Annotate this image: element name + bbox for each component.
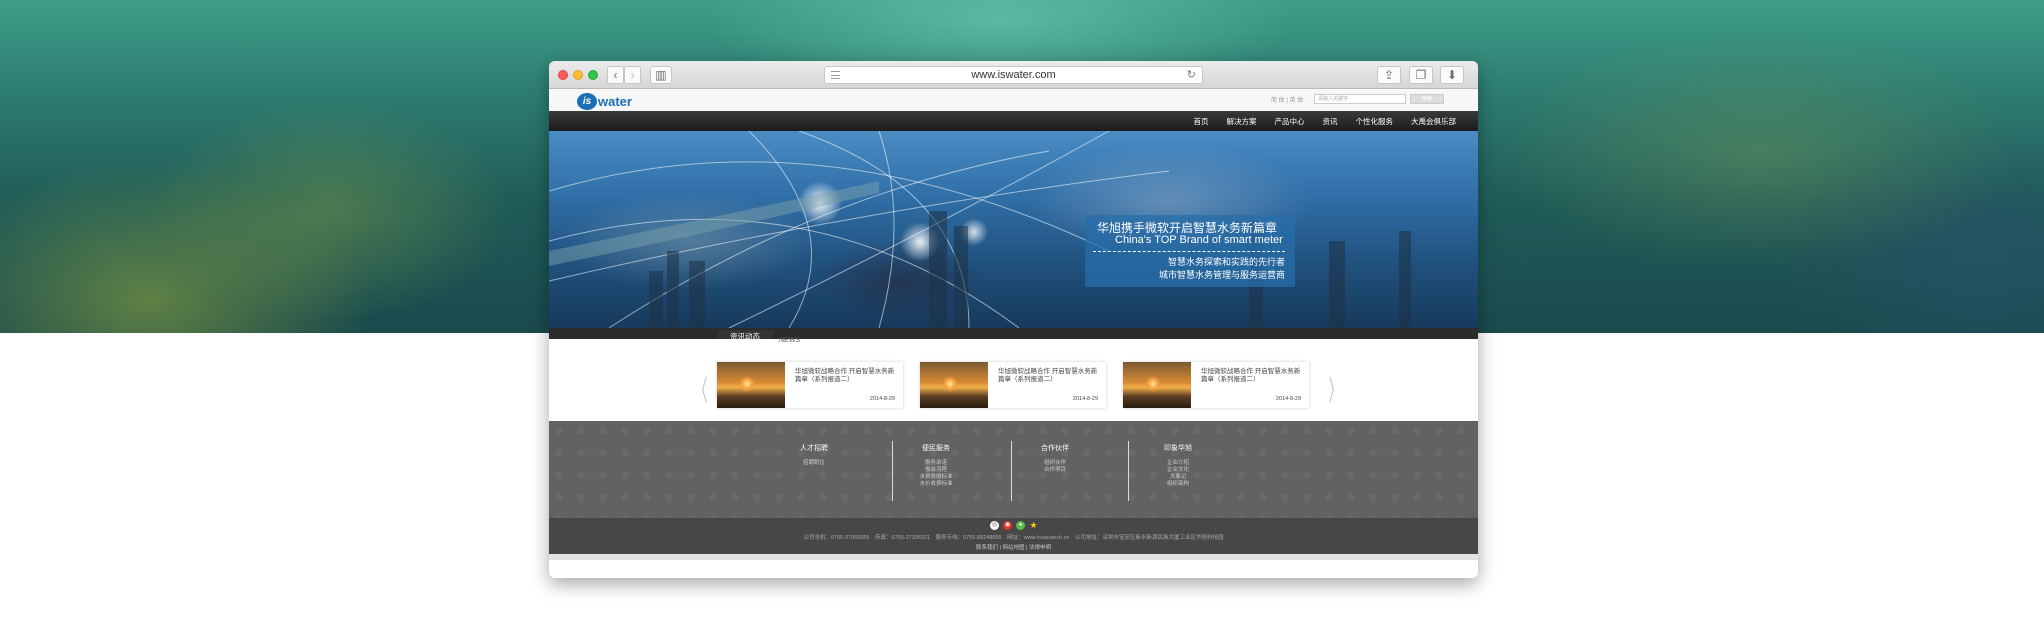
download-icon[interactable]: ⬇ [1440,66,1464,84]
tabs-icon[interactable]: ❐ [1409,66,1433,84]
news-title: 华旭微软战略合作 开启智慧水务新篇章（系列报道二） [998,368,1098,383]
footer-column-partners: 合作伙伴 组织伙伴 合作项目 [1030,443,1080,474]
minimize-window-button[interactable] [573,70,583,80]
nav-item-club[interactable]: 大禹会俱乐部 [1411,116,1456,127]
chevron-right-icon[interactable]: › [624,66,641,84]
news-card[interactable]: 华旭微软战略合作 开启智慧水务新篇章（系列报道二） 2014-8-29 [920,362,1106,408]
close-window-button[interactable] [558,70,568,80]
footer-link[interactable]: 服务承诺 [911,460,961,467]
main-nav: 首页 解决方案 产品中心 资讯 个性化服务 大禹会俱乐部 [549,111,1478,131]
banner-divider [1093,251,1285,252]
chevron-left-icon[interactable]: ‹ [607,66,624,84]
news-thumbnail [920,362,988,408]
reload-icon[interactable]: ↻ [1187,67,1196,83]
footer-link[interactable]: 水费收缴标准 [911,474,961,481]
nav-item-solutions[interactable]: 解决方案 [1227,116,1257,127]
news-card[interactable]: 华旭微软战略合作 开启智慧水务新篇章（系列报道二） 2014-8-29 [1123,362,1309,408]
address-bar[interactable]: www.iswater.com ↻ [824,66,1203,84]
reader-icon[interactable] [831,71,840,79]
hero-banner[interactable]: 华旭携手微软开启智慧水务新篇章 China's TOP Brand of sma… [549,131,1478,328]
wechat-icon[interactable]: ● [1016,521,1025,530]
logo-water: water [598,93,632,109]
sidebar-icon[interactable]: ▥ [650,66,672,84]
share-icon[interactable]: ⇪ [1377,66,1401,84]
news-thumbnail [717,362,785,408]
search-input[interactable]: 请输入关键字 [1314,94,1406,104]
company-contact-info: 公司总机：0755-27066555 传真：0755-27306921 服务专线… [803,535,1224,541]
news-carousel: NEWS 〈 〉 华旭微软战略合作 开启智慧水务新篇章（系列报道二） 2014-… [549,337,1478,421]
footer-link[interactable]: 招聘职位 [789,460,839,467]
footer-heading: 便民服务 [922,445,950,452]
browser-toolbar: ‹ › ▥ www.iswater.com ↻ ⇪ ❐ ⬇ [549,61,1478,89]
news-date: 2014-8-29 [869,396,895,402]
footer-divider [1128,441,1129,501]
footer-link[interactable]: 企业文化 [1153,467,1203,474]
footer-link[interactable]: 组织架构 [1153,481,1203,488]
site-header: is water 简 体 | 英 体 请输入关键字 搜索 [549,89,1478,111]
banner-caption: 华旭携手微软开启智慧水务新篇章 China's TOP Brand of sma… [1085,215,1295,287]
news-section-bar: 资讯动态 [549,328,1478,344]
carousel-next-arrow[interactable]: 〉 [1329,369,1342,409]
city-network-graphic [549,131,1411,328]
weibo-icon[interactable]: ◉ [1003,521,1012,530]
site-logo[interactable]: is water [577,92,632,110]
footer-link[interactable]: 合作项目 [1030,467,1080,474]
footer-link[interactable]: 组织伙伴 [1030,460,1080,467]
qq-icon[interactable]: ◎ [990,521,999,530]
footer-divider [892,441,893,501]
news-thumbnail [1123,362,1191,408]
banner-title-en: China's TOP Brand of smart meter [1115,234,1283,246]
footer-heading: 印象华旭 [1164,445,1192,452]
window-bottom-edge [549,554,1478,560]
language-links[interactable]: 简 体 | 英 体 [1271,95,1303,104]
star-icon[interactable]: ★ [1029,521,1038,530]
footer-link[interactable]: 企业介绍 [1153,460,1203,467]
footer-link[interactable]: 水价收费标准 [911,481,961,488]
news-date: 2014-8-29 [1275,396,1301,402]
news-card[interactable]: 华旭微软战略合作 开启智慧水务新篇章（系列报道二） 2014-8-29 [717,362,903,408]
social-icons: ◎ ◉ ● ★ [990,521,1038,530]
carousel-prev-arrow[interactable]: 〈 [695,369,708,409]
nav-item-products[interactable]: 产品中心 [1275,116,1305,127]
site-footer: 人才招聘 招聘职位 便民服务 服务承诺 报装流程 水费收缴标准 水价收费标准 合… [549,421,1478,518]
footer-column-careers: 人才招聘 招聘职位 [789,443,839,467]
zoom-window-button[interactable] [588,70,598,80]
footer-links[interactable]: 联系我们 | 网站地图 | 法律申明 [549,543,1478,551]
browser-window: ‹ › ▥ www.iswater.com ↻ ⇪ ❐ ⬇ is water 简… [549,61,1478,578]
footer-column-about: 印象华旭 企业介绍 企业文化 大事记 组织架构 [1153,443,1203,488]
footer-heading: 人才招聘 [800,445,828,452]
footer-column-services: 便民服务 服务承诺 报装流程 水费收缴标准 水价收费标准 [911,443,961,488]
footer-bottom: ◎ ◉ ● ★ 公司总机：0755-27066555 传真：0755-27306… [549,518,1478,554]
nav-item-news[interactable]: 资讯 [1323,116,1338,127]
footer-divider [1011,441,1012,501]
footer-link[interactable]: 报装流程 [911,467,961,474]
nav-item-home[interactable]: 首页 [1194,116,1209,127]
logo-is: is [577,92,597,110]
news-tab-en: NEWS [779,337,800,344]
news-title: 华旭微软战略合作 开启智慧水务新篇章（系列报道二） [1201,368,1301,383]
url-text: www.iswater.com [971,69,1056,81]
news-title: 华旭微软战略合作 开启智慧水务新篇章（系列报道二） [795,368,895,383]
search-button[interactable]: 搜索 [1410,94,1444,104]
footer-heading: 合作伙伴 [1041,445,1069,452]
footer-link[interactable]: 大事记 [1153,474,1203,481]
banner-line-1: 智慧水务探索和实践的先行者 [1167,257,1285,267]
nav-item-services[interactable]: 个性化服务 [1356,116,1394,127]
banner-line-2: 城市智慧水务管理与服务运营商 [1158,270,1285,280]
news-date: 2014-8-29 [1072,396,1098,402]
